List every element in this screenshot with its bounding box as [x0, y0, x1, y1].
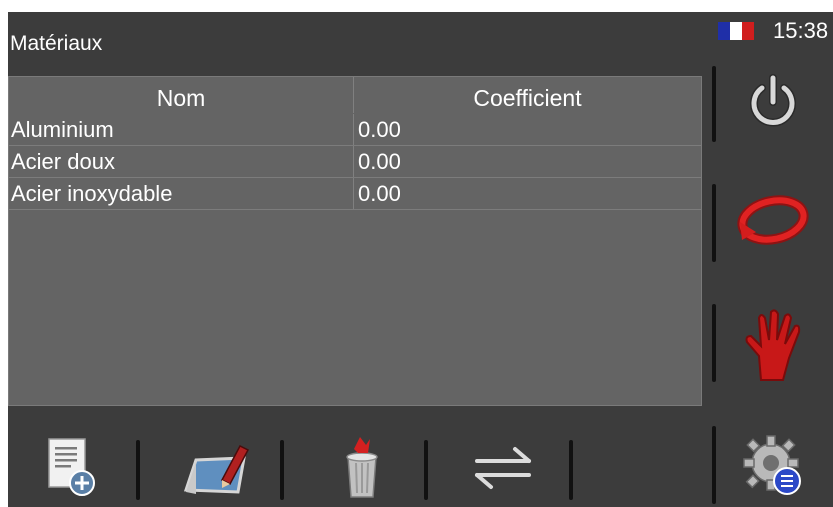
transfer-arrows-icon: [475, 446, 531, 489]
table-row[interactable]: Aluminium 0.00: [9, 114, 701, 146]
divider: [280, 440, 284, 500]
fr-flag-icon[interactable]: [718, 22, 754, 40]
delete-trash-icon: [346, 436, 378, 498]
divider: [712, 426, 716, 504]
settings-gear-icon: [743, 435, 801, 495]
divider: [569, 440, 573, 500]
column-header-coefficient[interactable]: Coefficient: [354, 77, 701, 113]
refresh-icon: [737, 195, 809, 245]
power-icon: [750, 74, 796, 127]
power-button[interactable]: [723, 52, 823, 152]
cell-coefficient: 0.00: [358, 181, 401, 206]
page-title: Matériaux: [10, 32, 103, 55]
transfer-button[interactable]: [458, 430, 548, 505]
refresh-button[interactable]: [723, 170, 823, 270]
screen: Matériaux 15:38 Nom Coefficient Aluminiu…: [8, 12, 833, 507]
divider: [424, 440, 428, 500]
cell-coefficient: 0.00: [358, 117, 401, 142]
cell-nom: Acier doux: [11, 149, 115, 174]
settings-button[interactable]: [723, 415, 823, 507]
cell-nom: Aluminium: [11, 117, 114, 142]
table-row[interactable]: Acier doux 0.00: [9, 146, 701, 178]
table-row[interactable]: Acier inoxydable 0.00: [9, 178, 701, 210]
materials-table: Nom Coefficient Aluminium 0.00 Acier dou…: [8, 76, 702, 406]
edit-icon: [183, 444, 250, 494]
column-header-nom[interactable]: Nom: [9, 77, 354, 113]
divider: [712, 184, 716, 262]
cell-nom: Acier inoxydable: [11, 181, 173, 206]
stop-hand-icon: [745, 309, 801, 381]
cell-coefficient: 0.00: [358, 149, 401, 174]
add-button[interactable]: [26, 430, 116, 505]
stop-button[interactable]: [723, 294, 823, 394]
divider: [136, 440, 140, 500]
edit-button[interactable]: [173, 430, 263, 505]
delete-button[interactable]: [317, 430, 407, 505]
new-document-icon: [48, 437, 95, 496]
divider: [712, 66, 716, 142]
clock: 15:38: [773, 18, 829, 43]
divider: [712, 304, 716, 382]
